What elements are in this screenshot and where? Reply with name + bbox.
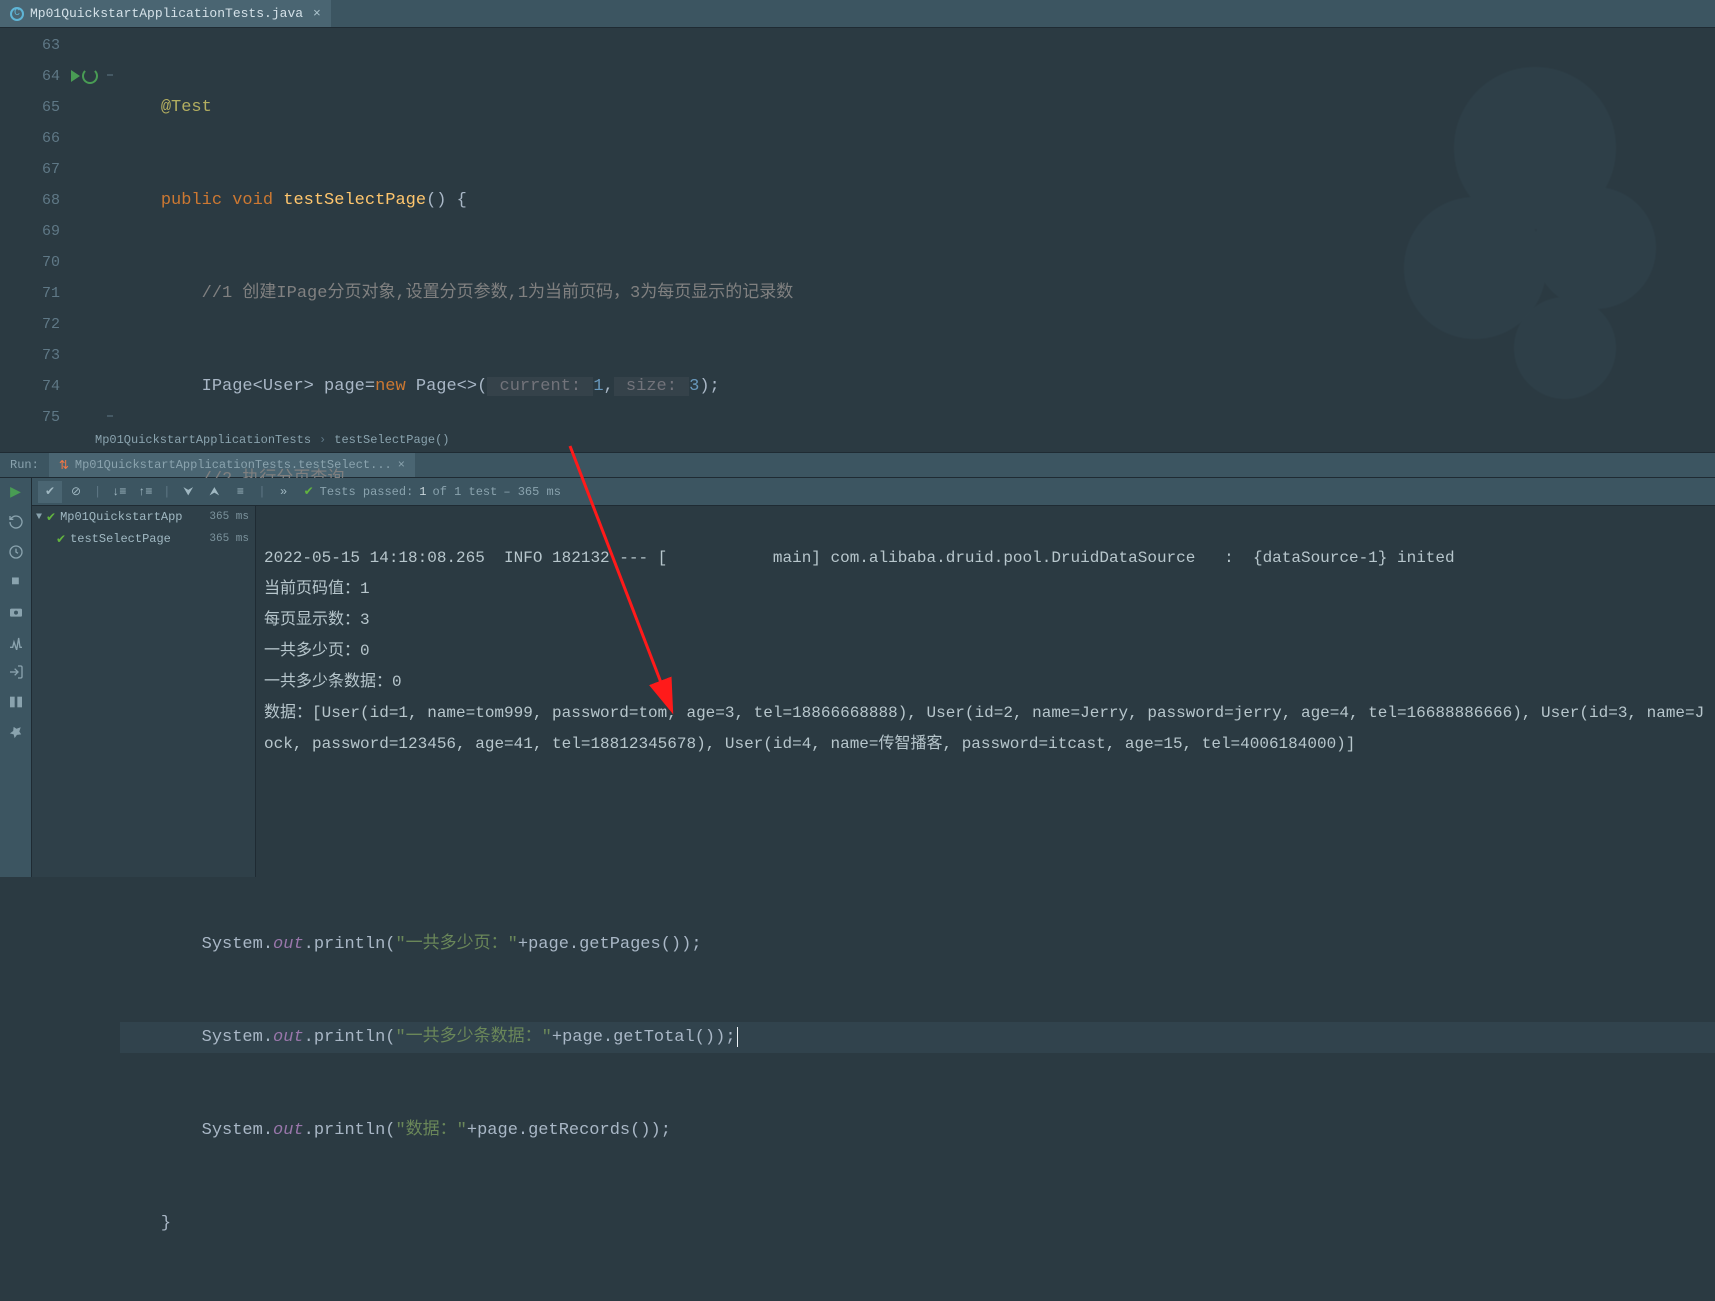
editor: 63 64 65 66 67 68 69 70 71 72 73 74 75 ⎯… xyxy=(0,28,1715,428)
sort-down-icon[interactable]: ↓≡ xyxy=(107,481,131,503)
code-area[interactable]: @Test public void testSelectPage() { //1… xyxy=(120,28,1715,428)
class-icon: C xyxy=(10,7,24,21)
test-tree-root[interactable]: ▼ ✔ Mp01QuickstartApp 365 ms xyxy=(32,506,255,528)
pin-icon[interactable] xyxy=(6,722,26,742)
console-line: 2022-05-15 14:18:08.265 INFO 182132 --- … xyxy=(264,549,1455,567)
editor-tab-bar: C Mp01QuickstartApplicationTests.java × xyxy=(0,0,1715,28)
text-cursor xyxy=(737,1027,738,1047)
check-icon: ✔ xyxy=(56,532,66,547)
console-output[interactable]: 2022-05-15 14:18:08.265 INFO 182132 --- … xyxy=(256,506,1715,877)
layout-icon[interactable] xyxy=(6,692,26,712)
line-number: 67 xyxy=(0,154,100,185)
exit-icon[interactable] xyxy=(6,662,26,682)
line-number: 75 xyxy=(0,402,100,433)
test-toolbar: ✔ ⊘ | ↓≡ ↑≡ | ⮟ ⮝ ≡ | » ✔ Tests passed: … xyxy=(32,478,1715,506)
fold-strip: ⎯ ⎯ xyxy=(100,28,120,428)
analyze-icon[interactable] xyxy=(6,632,26,652)
expand-all-icon[interactable]: ⮟ xyxy=(176,481,200,503)
line-number: 72 xyxy=(0,309,100,340)
rerun-gutter-icon[interactable] xyxy=(82,68,98,84)
check-icon: ✔ xyxy=(46,510,56,525)
show-passed-icon[interactable]: ✔ xyxy=(38,481,62,503)
line-number: 71 xyxy=(0,278,100,309)
run-config-icon: ⇅ xyxy=(59,458,69,473)
toggle-tests-icon[interactable] xyxy=(6,542,26,562)
check-icon: ✔ xyxy=(304,484,314,499)
close-icon[interactable]: × xyxy=(313,6,321,21)
line-number: 64 xyxy=(0,61,100,92)
stop-icon[interactable]: ■ xyxy=(6,572,26,592)
collapse-all-icon[interactable]: ⮝ xyxy=(202,481,226,503)
file-tab-label: Mp01QuickstartApplicationTests.java xyxy=(30,6,303,21)
line-number: 68 xyxy=(0,185,100,216)
console-line: 当前页码值：1 xyxy=(264,580,370,598)
file-tab[interactable]: C Mp01QuickstartApplicationTests.java × xyxy=(0,0,331,27)
run-side-toolbar: ▶ ■ xyxy=(0,478,32,877)
prev-occurrence-icon[interactable]: ≡ xyxy=(228,481,252,503)
fold-handle-icon[interactable]: ⎯ xyxy=(100,400,120,431)
tests-status: ✔ Tests passed: 1 of 1 test – 365 ms xyxy=(304,484,561,499)
camera-icon[interactable] xyxy=(6,602,26,622)
console-line: 一共多少页：0 xyxy=(264,642,370,660)
line-number: 73 xyxy=(0,340,100,371)
gutter: 63 64 65 66 67 68 69 70 71 72 73 74 75 xyxy=(0,28,100,428)
console-line: 每页显示数：3 xyxy=(264,611,370,629)
line-number: 65 xyxy=(0,92,100,123)
console-line: 一共多少条数据：0 xyxy=(264,673,402,691)
more-icon[interactable]: » xyxy=(272,481,296,503)
line-number: 66 xyxy=(0,123,100,154)
line-number: 74 xyxy=(0,371,100,402)
test-tree-item[interactable]: ✔ testSelectPage 365 ms xyxy=(32,528,255,550)
line-number: 69 xyxy=(0,216,100,247)
debug-restart-icon[interactable] xyxy=(6,512,26,532)
fold-handle-icon[interactable]: ⎯ xyxy=(100,59,120,90)
line-number: 70 xyxy=(0,247,100,278)
sort-up-icon[interactable]: ↑≡ xyxy=(133,481,157,503)
test-tree: ▼ ✔ Mp01QuickstartApp 365 ms ✔ testSelec… xyxy=(32,506,256,877)
console-line: 数据：[User(id=1, name=tom999, password=tom… xyxy=(264,704,1704,753)
chevron-down-icon: ▼ xyxy=(36,512,42,523)
run-panel: ▶ ■ ✔ ⊘ | ↓≡ ↑≡ | ⮟ xyxy=(0,478,1715,877)
show-ignored-icon[interactable]: ⊘ xyxy=(64,481,88,503)
run-label: Run: xyxy=(10,458,39,472)
line-number: 63 xyxy=(0,30,100,61)
run-icon[interactable]: ▶ xyxy=(6,482,26,502)
